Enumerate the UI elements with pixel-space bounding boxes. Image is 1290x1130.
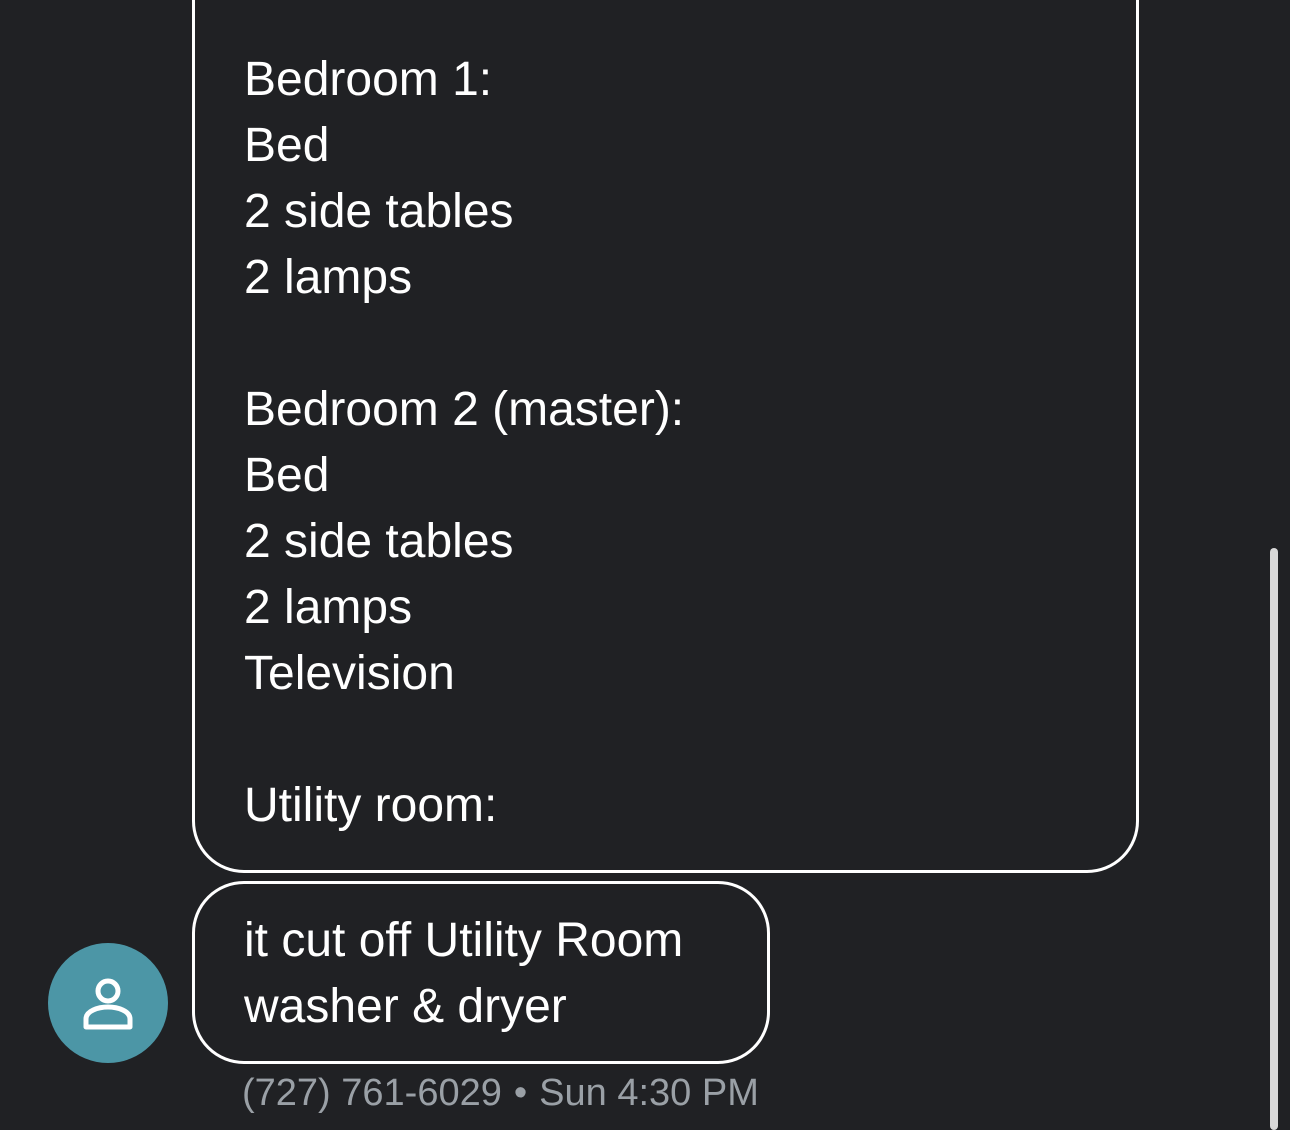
message-thread: Bedroom 1: Bed 2 side tables 2 lamps Bed… (0, 0, 1290, 1130)
message-line: Television (244, 647, 455, 700)
message-metadata: (727) 761-6029 • Sun 4:30 PM (242, 1070, 759, 1116)
message-line: Bedroom 1: (244, 53, 493, 106)
message-timestamp: Sun 4:30 PM (539, 1072, 759, 1114)
message-bubble-inventory[interactable]: Bedroom 1: Bed 2 side tables 2 lamps Bed… (192, 0, 1139, 873)
message-line: 2 side tables (244, 515, 514, 568)
message-line: 2 lamps (244, 581, 413, 634)
scrollbar-thumb[interactable] (1270, 548, 1278, 1130)
message-line: washer & dryer (244, 980, 567, 1033)
message-line: Bed (244, 119, 330, 172)
message-bubble-followup[interactable]: it cut off Utility Room washer & dryer (192, 881, 770, 1064)
message-line: Utility room: (244, 779, 498, 832)
message-line: it cut off Utility Room (244, 914, 684, 967)
message-line: Bedroom 2 (master): (244, 383, 685, 436)
sender-phone: (727) 761-6029 (242, 1072, 502, 1114)
avatar[interactable] (48, 943, 168, 1063)
scrollbar[interactable] (1270, 548, 1278, 1130)
message-line: 2 side tables (244, 185, 514, 238)
message-line: 2 lamps (244, 251, 413, 304)
message-line: Bed (244, 449, 330, 502)
person-icon (83, 978, 133, 1030)
separator-dot: • (513, 1072, 528, 1114)
